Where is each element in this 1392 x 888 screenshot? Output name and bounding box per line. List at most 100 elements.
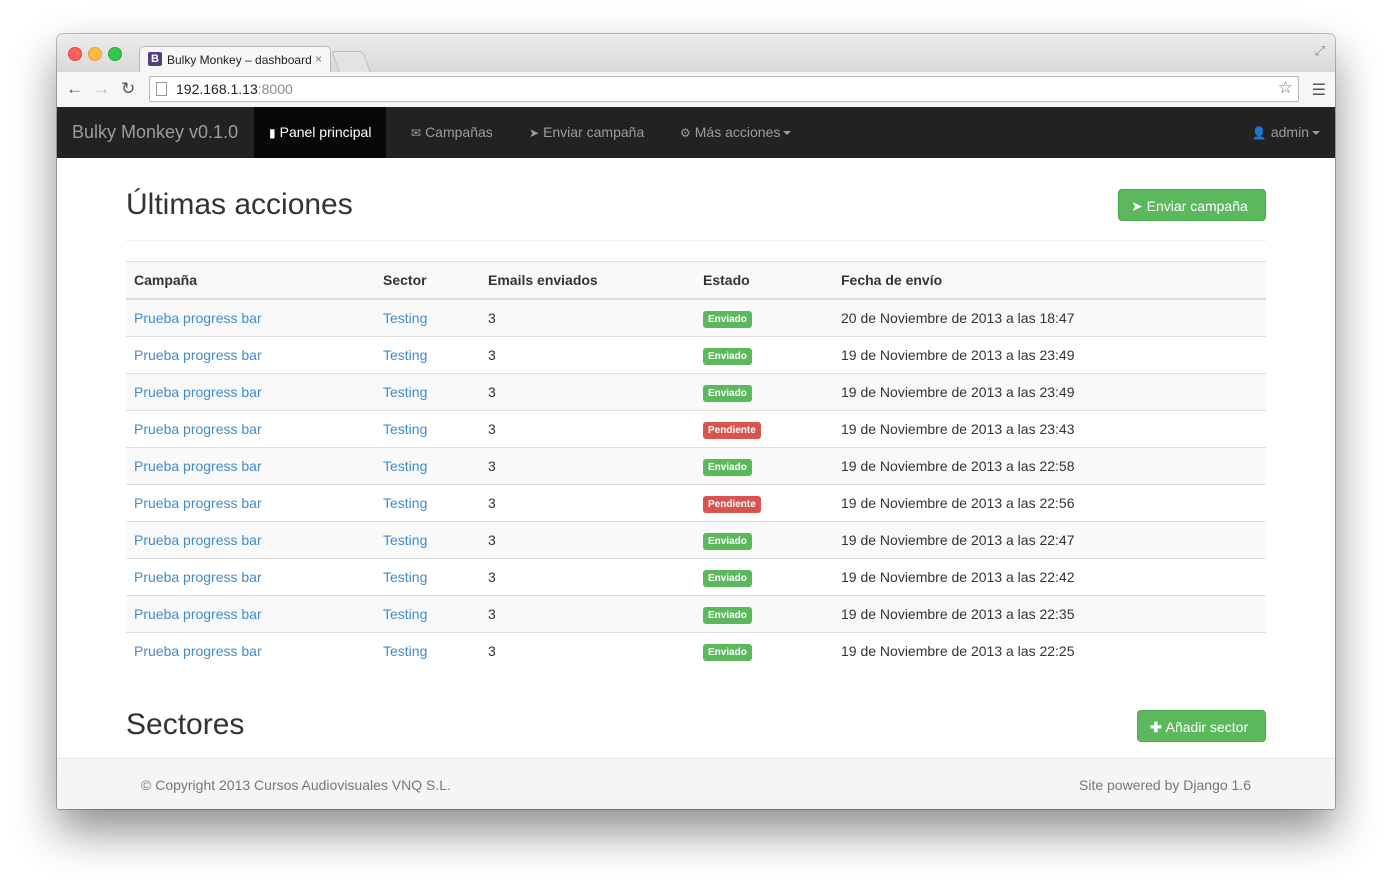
tab-close-icon[interactable]: × (315, 52, 322, 66)
sector-link[interactable]: Testing (383, 606, 427, 622)
browser-tab[interactable]: B Bulky Monkey – dashboard × (139, 46, 331, 73)
date-cell: 19 de Noviembre de 2013 a las 22:42 (833, 558, 1266, 596)
status-badge: Enviado (703, 384, 752, 402)
nav-panel-principal[interactable]: ▮ Panel principal (254, 107, 387, 158)
user-menu[interactable]: 👤 admin (1237, 107, 1335, 158)
status-cell: Pendiente (695, 484, 833, 522)
zoom-window-button[interactable] (108, 47, 122, 61)
sector-cell: Testing (375, 373, 480, 411)
browser-toolbar: ← → ↻ 192.168.1.13:8000 ☆ ☰ (57, 72, 1335, 108)
date-cell: 19 de Noviembre de 2013 a las 22:35 (833, 595, 1266, 633)
sector-link[interactable]: Testing (383, 347, 427, 363)
brand-link[interactable]: Bulky Monkey v0.1.0 (72, 122, 238, 143)
bookmark-star-icon[interactable]: ☆ (1278, 78, 1293, 98)
table-row: Prueba progress bar Testing 3 Enviado 19 de … (126, 447, 1266, 485)
tab-title: Bulky Monkey – dashboard (167, 53, 312, 67)
sector-link[interactable]: Testing (383, 495, 427, 511)
reload-icon[interactable]: ↻ (121, 79, 135, 99)
chevron-down-icon (783, 131, 792, 136)
main-content: Últimas acciones ➤ Enviar campaña Campañ… (57, 158, 1335, 758)
table-row: Prueba progress bar Testing 3 Pendiente 19 d… (126, 484, 1266, 522)
status-cell: Enviado (695, 632, 833, 669)
status-badge: Enviado (703, 643, 752, 661)
date-cell: 20 de Noviembre de 2013 a las 18:47 (833, 298, 1266, 337)
status-cell: Pendiente (695, 410, 833, 448)
emails-cell: 3 (480, 521, 695, 559)
campaign-link[interactable]: Prueba progress bar (134, 384, 262, 400)
campaign-cell: Prueba progress bar (126, 521, 375, 559)
sector-cell: Testing (375, 632, 480, 669)
campaign-link[interactable]: Prueba progress bar (134, 495, 262, 511)
campaign-link[interactable]: Prueba progress bar (134, 606, 262, 622)
table-row: Prueba progress bar Testing 3 Pendiente 19 d… (126, 410, 1266, 448)
nav-mas-acciones[interactable]: ⚙ Más acciones (665, 107, 806, 158)
campaign-link[interactable]: Prueba progress bar (134, 347, 262, 363)
table-header-row: Campaña Sector Emails enviados Estado Fe… (126, 261, 1266, 300)
chevron-down-icon (1312, 131, 1320, 136)
bar-chart-icon: ▮ (269, 126, 276, 140)
campaign-cell: Prueba progress bar (126, 595, 375, 633)
table-row: Prueba progress bar Testing 3 Enviado 19 de … (126, 632, 1266, 669)
new-tab-button[interactable] (331, 51, 371, 72)
sector-cell: Testing (375, 410, 480, 448)
emails-cell: 3 (480, 336, 695, 374)
status-badge: Enviado (703, 458, 752, 476)
minimize-window-button[interactable] (88, 47, 102, 61)
status-badge: Enviado (703, 310, 752, 328)
date-cell: 19 de Noviembre de 2013 a las 23:43 (833, 410, 1266, 448)
sector-link[interactable]: Testing (383, 532, 427, 548)
status-cell: Enviado (695, 298, 833, 337)
column-header: Campaña (126, 261, 375, 300)
date-cell: 19 de Noviembre de 2013 a las 23:49 (833, 336, 1266, 374)
sector-link[interactable]: Testing (383, 421, 427, 437)
sector-link[interactable]: Testing (383, 310, 427, 326)
campaign-link[interactable]: Prueba progress bar (134, 310, 262, 326)
back-arrow-icon[interactable]: ← (66, 79, 83, 99)
status-badge: Enviado (703, 569, 752, 587)
sector-link[interactable]: Testing (383, 384, 427, 400)
sector-link[interactable]: Testing (383, 569, 427, 585)
campaign-link[interactable]: Prueba progress bar (134, 569, 262, 585)
send-campaign-button[interactable]: ➤ Enviar campaña (1118, 189, 1266, 221)
emails-cell: 3 (480, 595, 695, 633)
campaign-link[interactable]: Prueba progress bar (134, 643, 262, 659)
campaign-link[interactable]: Prueba progress bar (134, 532, 262, 548)
app-navbar: Bulky Monkey v0.1.0 ▮ Panel principal ✉ Ca… (57, 107, 1335, 158)
column-header: Fecha de envío (833, 261, 1266, 300)
actions-table: Campaña Sector Emails enviados Estado Fe… (126, 261, 1266, 669)
status-badge: Enviado (703, 606, 752, 624)
forward-arrow-icon[interactable]: → (93, 79, 110, 99)
status-cell: Enviado (695, 595, 833, 633)
sector-link[interactable]: Testing (383, 458, 427, 474)
status-badge: Pendiente (703, 495, 761, 513)
sectors-title: Sectores (126, 708, 245, 741)
fullscreen-icon[interactable]: ⤢ (1315, 43, 1325, 59)
sector-link[interactable]: Testing (383, 643, 427, 659)
emails-cell: 3 (480, 298, 695, 337)
close-window-button[interactable] (68, 47, 82, 61)
address-bar[interactable]: 192.168.1.13:8000 ☆ (149, 76, 1299, 102)
send-icon: ➤ (1131, 198, 1147, 214)
status-cell: Enviado (695, 336, 833, 374)
browser-menu-icon[interactable]: ☰ (1312, 80, 1326, 100)
emails-cell: 3 (480, 632, 695, 669)
nav-campanas[interactable]: ✉ Campañas (396, 107, 508, 158)
table-row: Prueba progress bar Testing 3 Enviado 19 de … (126, 336, 1266, 374)
campaign-cell: Prueba progress bar (126, 373, 375, 411)
sector-cell: Testing (375, 447, 480, 485)
campaign-cell: Prueba progress bar (126, 558, 375, 596)
table-row: Prueba progress bar Testing 3 Enviado 19 de … (126, 373, 1266, 411)
page-icon (156, 82, 167, 96)
status-badge: Enviado (703, 347, 752, 365)
powered-by-text: Site powered by Django 1.6 (1079, 777, 1251, 793)
campaign-link[interactable]: Prueba progress bar (134, 421, 262, 437)
column-header: Estado (695, 261, 833, 300)
nav-enviar-campana[interactable]: ➤ Enviar campaña (514, 107, 659, 158)
status-cell: Enviado (695, 521, 833, 559)
add-sector-button[interactable]: ✚ Añadir sector (1137, 710, 1266, 742)
sector-cell: Testing (375, 521, 480, 559)
campaign-link[interactable]: Prueba progress bar (134, 458, 262, 474)
plus-icon: ✚ (1150, 719, 1166, 735)
user-icon: 👤 (1251, 126, 1267, 140)
title-bar: B Bulky Monkey – dashboard × ⤢ (57, 34, 1335, 73)
